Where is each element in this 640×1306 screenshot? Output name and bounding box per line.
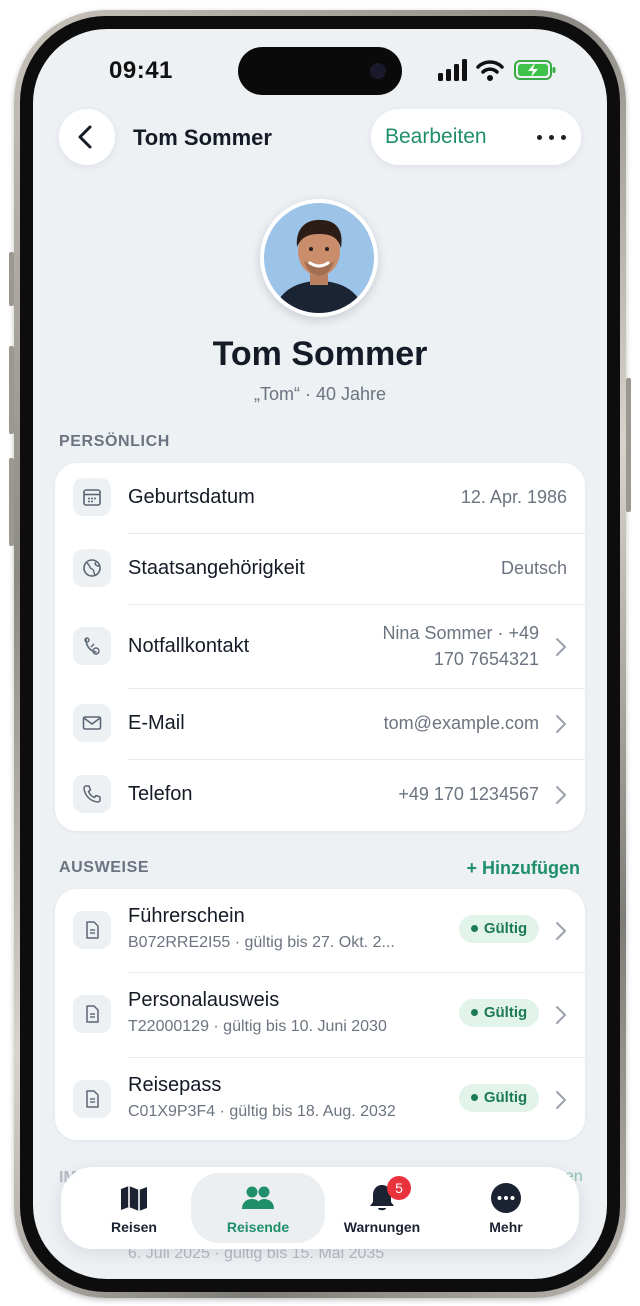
back-button[interactable] (59, 109, 115, 165)
row-phone[interactable]: Telefon +49 170 1234567 (55, 760, 585, 830)
tab-label: Mehr (489, 1219, 523, 1235)
status-badge-label: Gültig (483, 1004, 528, 1021)
volume-up-button (9, 346, 14, 434)
row-birthdate: Geburtsdatum 12. Apr. 1986 (55, 463, 585, 533)
dynamic-island (238, 47, 402, 95)
row-label: E-Mail (128, 712, 185, 734)
row-label: Geburtsdatum (128, 486, 255, 508)
row-label: Notfallkontakt (128, 635, 250, 657)
row-value: 12. Apr. 1986 (460, 487, 567, 507)
avatar (260, 199, 378, 317)
status-badge: Gültig (459, 915, 539, 943)
document-icon (73, 1080, 111, 1118)
row-value: Deutsch (500, 558, 567, 578)
avatar-photo (264, 203, 374, 313)
more-options-button[interactable] (535, 125, 569, 149)
calendar-icon (73, 478, 111, 516)
row-value-line2: 170 7654321 (433, 649, 539, 669)
nav-actions: Bearbeiten (371, 109, 581, 165)
tab-reisende[interactable]: Reisende (191, 1173, 325, 1243)
row-value-line1: Nina Sommer · +49 (382, 623, 539, 643)
chevron-right-icon (556, 786, 566, 804)
camera-icon (370, 63, 386, 79)
action-button (9, 252, 14, 306)
section-label-ids: AUSWEISE (59, 859, 150, 876)
status-time: 09:41 (109, 57, 173, 84)
chevron-right-icon (556, 1006, 566, 1024)
chevron-right-icon (556, 715, 566, 733)
id-title: Personalausweis (128, 989, 280, 1011)
signal-icon (438, 59, 467, 81)
chevron-right-icon (556, 1091, 566, 1109)
id-row-passport[interactable]: Reisepass C01X9P3F4 · gültig bis 18. Aug… (55, 1058, 585, 1140)
id-row-drivers-license[interactable]: Führerschein B072RRE2I55 · gültig bis 27… (55, 889, 585, 972)
profile-name: Tom Sommer (212, 335, 428, 373)
personal-card: Geburtsdatum 12. Apr. 1986 Staatsangehör… (55, 463, 585, 831)
status-badge: Gültig (459, 1084, 539, 1112)
screen: 09:41 Tom Sommer Bearbeiten Tom Sommer „… (33, 29, 607, 1279)
status-bar: 09:41 (33, 29, 607, 109)
chevron-right-icon (556, 638, 566, 656)
status-badge-label: Gültig (483, 1089, 528, 1106)
mail-icon (73, 704, 111, 742)
nav-title: Tom Sommer (133, 125, 272, 150)
row-emergency-contact[interactable]: Notfallkontakt Nina Sommer · +49 170 765… (55, 605, 585, 688)
id-subtitle: B072RRE2I55 · gültig bis 27. Okt. 2... (128, 934, 395, 951)
chevron-left-icon (78, 125, 92, 149)
profile-subtitle: „Tom“ · 40 Jahre (253, 384, 387, 404)
tab-reisen[interactable]: Reisen (67, 1173, 201, 1243)
ids-card: Führerschein B072RRE2I55 · gültig bis 27… (55, 889, 585, 1140)
tab-label: Reisen (111, 1219, 157, 1235)
more-icon (491, 1183, 521, 1213)
emergency-contact-icon (73, 627, 111, 665)
tab-mehr[interactable]: Mehr (439, 1173, 573, 1243)
id-row-id-card[interactable]: Personalausweis T22000129 · gültig bis 1… (55, 973, 585, 1057)
row-label: Staatsangehörigkeit (128, 557, 305, 579)
edit-button[interactable]: Bearbeiten (385, 125, 487, 149)
phone-icon (73, 775, 111, 813)
row-value: +49 170 1234567 (398, 784, 539, 804)
map-icon (121, 1186, 147, 1211)
document-icon (73, 911, 111, 949)
notification-badge: 5 (387, 1176, 411, 1200)
chevron-right-icon (556, 922, 566, 940)
status-badge: Gültig (459, 999, 539, 1027)
id-title: Reisepass (128, 1074, 222, 1096)
people-icon (242, 1186, 274, 1209)
row-email[interactable]: E-Mail tom@example.com (55, 689, 585, 759)
power-button (626, 378, 631, 512)
add-id-button[interactable]: + Hinzufügen (467, 858, 581, 879)
status-badge-label: Gültig (483, 920, 528, 937)
section-label-personal: PERSÖNLICH (59, 433, 170, 450)
tab-bar: Reisen Reisende 5 Warnungen Mehr (61, 1167, 579, 1249)
globe-icon (73, 549, 111, 587)
tab-warnungen[interactable]: 5 Warnungen (315, 1173, 449, 1243)
row-value: tom@example.com (383, 713, 539, 733)
id-subtitle: T22000129 · gültig bis 10. Juni 2030 (128, 1018, 387, 1035)
tab-label: Reisende (226, 1219, 290, 1235)
id-title: Führerschein (128, 905, 245, 927)
document-icon (73, 995, 111, 1033)
row-label: Telefon (128, 783, 193, 805)
battery-icon (514, 60, 556, 80)
volume-down-button (9, 458, 14, 546)
tab-label: Warnungen (343, 1219, 421, 1235)
id-subtitle: C01X9P3F4 · gültig bis 18. Aug. 2032 (128, 1103, 396, 1120)
row-nationality: Staatsangehörigkeit Deutsch (55, 534, 585, 604)
wifi-icon (476, 60, 504, 81)
